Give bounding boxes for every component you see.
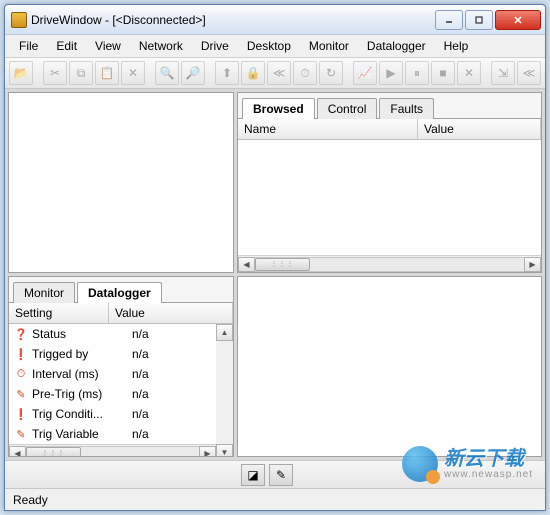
col-name[interactable]: Name (238, 119, 418, 139)
lock-icon[interactable]: 🔒 (241, 61, 265, 85)
menubar: File Edit View Network Drive Desktop Mon… (5, 35, 545, 58)
menu-help[interactable]: Help (436, 37, 477, 55)
zoom-out-icon[interactable]: 🔎 (181, 61, 205, 85)
cut-icon[interactable]: ✂ (43, 61, 67, 85)
status-text: Ready (13, 493, 48, 507)
row-icon: ❗ (13, 346, 29, 362)
upload-icon[interactable]: ⬆ (215, 61, 239, 85)
row-icon: ⏱ (13, 366, 29, 382)
list-item[interactable]: ❗ Trigged by n/a (9, 344, 216, 364)
list-item[interactable]: ❓ Status n/a (9, 324, 216, 344)
skip-back-icon[interactable]: ≪ (517, 61, 541, 85)
scroll-right-icon[interactable]: ▶ (524, 257, 541, 272)
zoom-in-icon[interactable]: 🔍 (155, 61, 179, 85)
refresh-icon[interactable]: ↻ (319, 61, 343, 85)
row-icon: ✎ (13, 386, 29, 402)
browsed-panel: Browsed Control Faults Name Value ◀ ⋮⋮⋮ … (237, 92, 542, 273)
menu-monitor[interactable]: Monitor (301, 37, 357, 55)
row-setting: Status (32, 327, 132, 341)
list-item[interactable]: ✎ Pre-Trig (ms) n/a (9, 384, 216, 404)
maximize-button[interactable] (465, 10, 493, 30)
play-icon[interactable]: ▶ (379, 61, 403, 85)
col-value[interactable]: Value (418, 119, 541, 139)
menu-desktop[interactable]: Desktop (239, 37, 299, 55)
aux-toolbar: ◪ ✎ (5, 460, 545, 488)
vscrollbar[interactable]: ▲ ▼ (216, 324, 233, 457)
row-setting: Interval (ms) (32, 367, 132, 381)
tab-faults[interactable]: Faults (379, 98, 434, 119)
copy-icon[interactable]: ⧉ (69, 61, 93, 85)
close-button[interactable] (495, 10, 541, 30)
datalogger-panel: Monitor Datalogger Setting Value ❓ Statu… (8, 276, 234, 457)
row-value: n/a (132, 427, 212, 441)
row-value: n/a (132, 407, 212, 421)
scroll-left-icon[interactable]: ◀ (9, 446, 26, 458)
row-value: n/a (132, 327, 212, 341)
tab-monitor[interactable]: Monitor (13, 282, 75, 303)
tree-panel (8, 92, 234, 273)
row-setting: Trigged by (32, 347, 132, 361)
scroll-up-icon[interactable]: ▲ (216, 324, 233, 341)
browsed-list (238, 140, 541, 255)
tab-control[interactable]: Control (317, 98, 378, 119)
cancel-icon[interactable]: ✕ (457, 61, 481, 85)
menu-edit[interactable]: Edit (48, 37, 85, 55)
open-icon[interactable]: 📂 (9, 61, 33, 85)
pause-icon[interactable]: ⏸ (405, 61, 429, 85)
titlebar: DriveWindow - [<Disconnected>] (5, 5, 545, 35)
delete-icon[interactable]: ✕ (121, 61, 145, 85)
clock-icon[interactable]: ⏱ (293, 61, 317, 85)
minimize-button[interactable] (435, 10, 463, 30)
menu-network[interactable]: Network (131, 37, 191, 55)
aux-button-1[interactable]: ◪ (241, 464, 265, 486)
menu-view[interactable]: View (87, 37, 129, 55)
row-icon: ❗ (13, 406, 29, 422)
datalogger-list: ❓ Status n/a❗ Trigged by n/a⏱ Interval (… (9, 324, 216, 444)
tab-datalogger[interactable]: Datalogger (77, 282, 162, 303)
hscrollbar2[interactable]: ◀ ⋮⋮⋮ ▶ (9, 444, 216, 457)
scroll-down-icon[interactable]: ▼ (216, 444, 233, 457)
list-item[interactable]: ⏱ Interval (ms) n/a (9, 364, 216, 384)
graph-panel (237, 276, 542, 457)
row-icon: ❓ (13, 326, 29, 342)
hscrollbar[interactable]: ◀ ⋮⋮⋮ ▶ (238, 255, 541, 272)
col-setting[interactable]: Setting (9, 303, 109, 323)
menu-drive[interactable]: Drive (193, 37, 237, 55)
row-icon: ✎ (13, 426, 29, 442)
stop-icon[interactable]: ■ (431, 61, 455, 85)
paste-icon[interactable]: 📋 (95, 61, 119, 85)
list-item[interactable]: ❗ Trig Conditi... n/a (9, 404, 216, 424)
col-value2[interactable]: Value (109, 303, 233, 323)
scroll-left-icon[interactable]: ◀ (238, 257, 255, 272)
row-value: n/a (132, 367, 212, 381)
rewind-icon[interactable]: ≪ (267, 61, 291, 85)
row-value: n/a (132, 347, 212, 361)
scroll-right-icon[interactable]: ▶ (199, 446, 216, 458)
export-icon[interactable]: ⇲ (491, 61, 515, 85)
chart-icon[interactable]: 📈 (353, 61, 377, 85)
row-setting: Trig Conditi... (32, 407, 132, 421)
row-setting: Trig Variable (32, 427, 132, 441)
aux-button-2[interactable]: ✎ (269, 464, 293, 486)
menu-file[interactable]: File (11, 37, 46, 55)
main-area: Browsed Control Faults Name Value ◀ ⋮⋮⋮ … (5, 89, 545, 460)
row-value: n/a (132, 387, 212, 401)
app-icon (11, 12, 27, 28)
tab-browsed[interactable]: Browsed (242, 98, 315, 119)
row-setting: Pre-Trig (ms) (32, 387, 132, 401)
menu-datalogger[interactable]: Datalogger (359, 37, 434, 55)
toolbar: 📂 ✂ ⧉ 📋 ✕ 🔍 🔎 ⬆ 🔒 ≪ ⏱ ↻ 📈 ▶ ⏸ ■ ✕ ⇲ ≪ (5, 58, 545, 89)
statusbar: Ready (5, 488, 545, 510)
window-title: DriveWindow - [<Disconnected>] (31, 13, 435, 27)
list-item[interactable]: ✎ Trig Variable n/a (9, 424, 216, 444)
